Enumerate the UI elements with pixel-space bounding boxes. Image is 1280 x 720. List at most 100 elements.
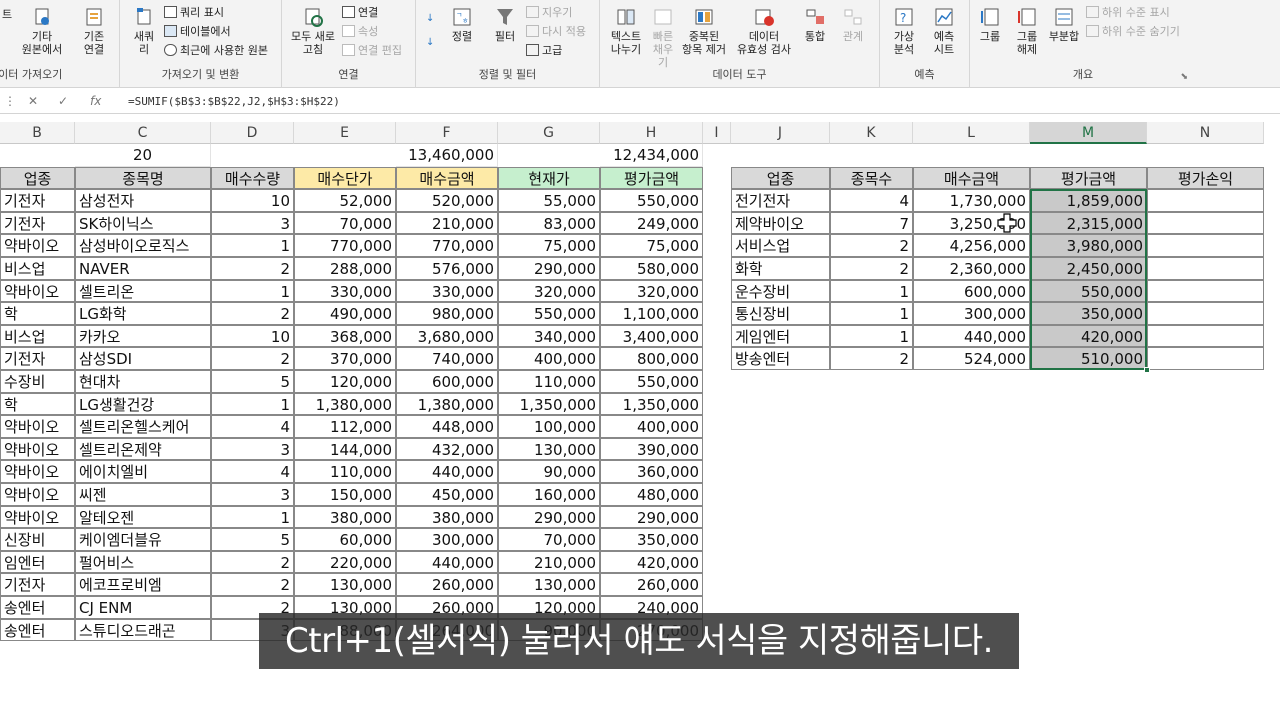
table-cell[interactable]: 4: [211, 460, 294, 483]
summary-cell[interactable]: 2,315,000: [1030, 211, 1147, 235]
table-cell[interactable]: 400,000: [600, 415, 703, 438]
table-cell[interactable]: 삼성전자: [75, 189, 211, 212]
table-cell[interactable]: 740,000: [396, 347, 498, 370]
table-cell[interactable]: 380,000: [396, 505, 498, 529]
recent-sources-button[interactable]: 최근에 사용한 원본: [164, 44, 268, 58]
flash-fill-button[interactable]: 빠른 채우기: [648, 6, 678, 69]
summary-cell[interactable]: 운수장비: [731, 279, 830, 303]
table-header-cell[interactable]: 평가금액: [600, 166, 703, 190]
table-header-cell[interactable]: 업종: [0, 166, 75, 190]
table-cell[interactable]: LG생활건강: [75, 392, 211, 416]
clear-filter-button[interactable]: 지우기: [526, 6, 572, 20]
summary-header-cell[interactable]: 업종: [731, 166, 830, 190]
table-cell[interactable]: LG화학: [75, 302, 211, 325]
table-cell[interactable]: 약바이오: [0, 505, 75, 529]
table-cell[interactable]: 임엔터: [0, 550, 75, 574]
from-table-button[interactable]: 테이블에서: [164, 25, 231, 39]
table-cell[interactable]: 1,380,000: [396, 392, 498, 416]
enter-icon[interactable]: ✓: [58, 94, 68, 108]
summary-cell[interactable]: 제약바이오: [731, 211, 830, 235]
summary-cell[interactable]: 420,000: [1030, 324, 1147, 348]
summary-cell[interactable]: 전기전자: [731, 189, 830, 212]
column-header-b[interactable]: B: [0, 122, 75, 144]
table-cell[interactable]: 2: [211, 573, 294, 596]
column-header-m[interactable]: M: [1030, 122, 1147, 144]
summary-cell[interactable]: 2: [830, 234, 913, 257]
table-cell[interactable]: 440,000: [396, 550, 498, 574]
table-cell[interactable]: 340,000: [498, 324, 600, 348]
table-cell[interactable]: 1,350,000: [600, 392, 703, 416]
cell-h1[interactable]: 12,434,000: [600, 144, 703, 167]
table-cell[interactable]: 550,000: [600, 189, 703, 212]
table-cell[interactable]: 360,000: [600, 460, 703, 483]
subtotal-button[interactable]: 부분합: [1046, 6, 1082, 43]
sort-button[interactable]: ㄱㅎ 정렬: [446, 6, 478, 43]
table-header-cell[interactable]: 매수금액: [396, 166, 498, 190]
table-cell[interactable]: 펄어비스: [75, 550, 211, 574]
table-cell[interactable]: 112,000: [294, 415, 396, 438]
table-cell[interactable]: 600,000: [396, 370, 498, 393]
table-cell[interactable]: 70,000: [294, 211, 396, 235]
summary-header-cell[interactable]: 평가금액: [1030, 166, 1147, 190]
table-cell[interactable]: 330,000: [294, 279, 396, 303]
table-cell[interactable]: 110,000: [498, 370, 600, 393]
table-cell[interactable]: 에코프로비엠: [75, 573, 211, 596]
table-cell[interactable]: 셀트리온헬스케어: [75, 415, 211, 438]
table-cell[interactable]: 기전자: [0, 189, 75, 212]
table-cell[interactable]: 1,350,000: [498, 392, 600, 416]
summary-cell[interactable]: [1147, 302, 1264, 325]
summary-cell[interactable]: [1147, 324, 1264, 348]
table-cell[interactable]: 490,000: [294, 302, 396, 325]
summary-cell[interactable]: 350,000: [1030, 302, 1147, 325]
column-header-k[interactable]: K: [830, 122, 913, 144]
table-cell[interactable]: 1,380,000: [294, 392, 396, 416]
table-cell[interactable]: 75,000: [498, 234, 600, 257]
table-cell[interactable]: 셀트리온제약: [75, 437, 211, 461]
fill-handle[interactable]: [1144, 367, 1150, 373]
summary-cell[interactable]: 화학: [731, 257, 830, 280]
table-cell[interactable]: 학: [0, 302, 75, 325]
table-cell[interactable]: 약바이오: [0, 460, 75, 483]
filter-button[interactable]: 필터: [488, 6, 522, 43]
show-queries-button[interactable]: 쿼리 표시: [164, 6, 224, 20]
table-cell[interactable]: 현대차: [75, 370, 211, 393]
table-cell[interactable]: 약바이오: [0, 279, 75, 303]
table-cell[interactable]: 220,000: [294, 550, 396, 574]
show-detail-button[interactable]: 하위 수준 표시: [1086, 6, 1170, 20]
consolidate-button[interactable]: 통합: [798, 6, 832, 43]
cancel-icon[interactable]: ✕: [28, 94, 38, 108]
table-cell[interactable]: 3: [211, 437, 294, 461]
table-cell[interactable]: 1,100,000: [600, 302, 703, 325]
table-cell[interactable]: 290,000: [498, 257, 600, 280]
summary-cell[interactable]: 1,730,000: [913, 189, 1030, 212]
summary-cell[interactable]: 300,000: [913, 302, 1030, 325]
summary-cell[interactable]: 510,000: [1030, 347, 1147, 370]
table-cell[interactable]: 400,000: [498, 347, 600, 370]
table-cell[interactable]: 1: [211, 505, 294, 529]
table-cell[interactable]: 300,000: [396, 528, 498, 551]
summary-cell[interactable]: 1: [830, 302, 913, 325]
text-source-button[interactable]: 트: [0, 8, 14, 21]
table-cell[interactable]: CJ ENM: [75, 596, 211, 619]
remove-duplicates-button[interactable]: 중복된 항목 제거: [680, 6, 728, 56]
summary-cell[interactable]: [1147, 279, 1264, 303]
table-cell[interactable]: 3,680,000: [396, 324, 498, 348]
ungroup-button[interactable]: 그룹 해제: [1010, 6, 1044, 56]
table-cell[interactable]: 130,000: [498, 437, 600, 461]
table-cell[interactable]: 카카오: [75, 324, 211, 348]
table-cell[interactable]: 1: [211, 279, 294, 303]
table-cell[interactable]: 씨젠: [75, 483, 211, 506]
table-header-cell[interactable]: 종목명: [75, 166, 211, 190]
table-cell[interactable]: 380,000: [294, 505, 396, 529]
table-cell[interactable]: 110,000: [294, 460, 396, 483]
table-cell[interactable]: 420,000: [600, 550, 703, 574]
table-cell[interactable]: 3: [211, 483, 294, 506]
column-header-c[interactable]: C: [75, 122, 211, 144]
column-header-f[interactable]: F: [396, 122, 498, 144]
table-cell[interactable]: 1: [211, 392, 294, 416]
table-cell[interactable]: 550,000: [600, 370, 703, 393]
table-cell[interactable]: 5: [211, 528, 294, 551]
text-to-columns-button[interactable]: 텍스트 나누기: [606, 6, 646, 56]
table-cell[interactable]: 삼성SDI: [75, 347, 211, 370]
summary-cell[interactable]: 2: [830, 257, 913, 280]
